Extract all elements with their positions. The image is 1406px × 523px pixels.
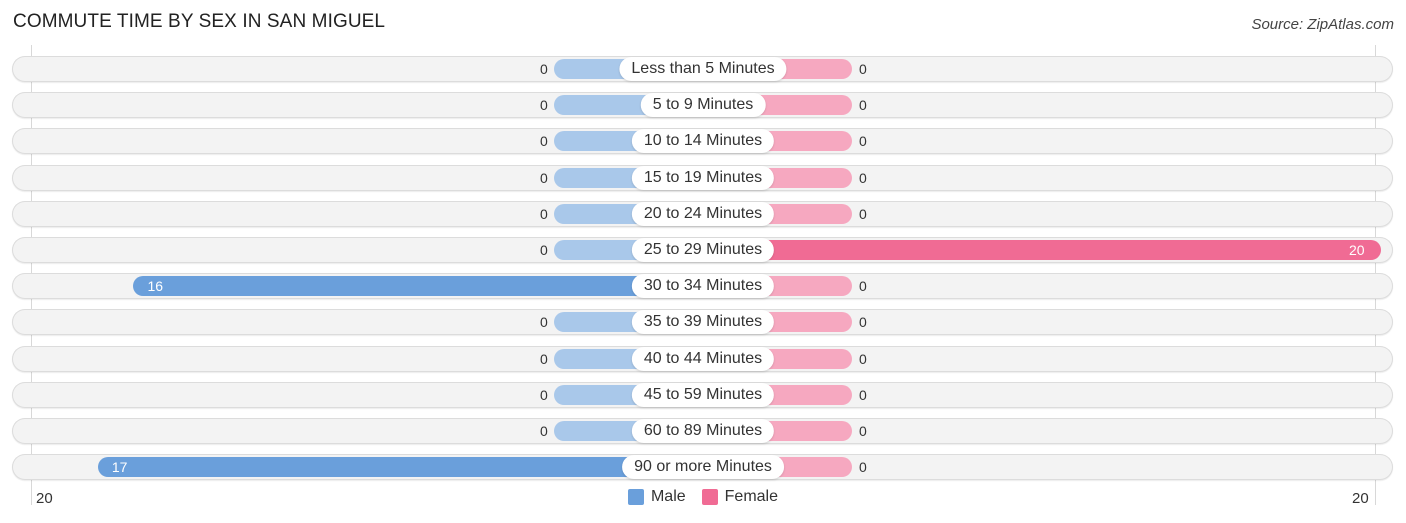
category-label: 60 to 89 Minutes	[631, 419, 775, 443]
value-label-male: 16	[147, 278, 164, 295]
category-label: 45 to 59 Minutes	[631, 382, 775, 407]
legend-swatch-female	[701, 489, 718, 505]
category-label: 25 to 29 Minutes	[631, 238, 775, 262]
value-label-female: 20	[1349, 242, 1365, 258]
value-label-female: 0	[859, 386, 867, 403]
legend: Male Female	[0, 488, 1406, 506]
chart-area: 0 0 Less than 5 Minutes 0 0 5 to 9 Minutes 0 0 1…	[0, 0, 1406, 523]
value-label-female: 0	[859, 97, 867, 114]
category-label: Less than 5 Minutes	[619, 57, 787, 81]
value-label-male: 0	[540, 314, 548, 331]
legend-swatch-male	[627, 489, 644, 505]
legend-item-female[interactable]: Female	[701, 488, 779, 506]
value-label-female: 0	[859, 314, 867, 331]
category-label: 35 to 39 Minutes	[631, 310, 775, 335]
category-label: 30 to 34 Minutes	[631, 274, 775, 299]
category-label: 10 to 14 Minutes	[631, 129, 775, 154]
legend-item-male[interactable]: Male	[627, 488, 686, 506]
value-label-female: 0	[859, 169, 867, 186]
value-label-female: 0	[859, 459, 867, 476]
value-label-male: 0	[540, 61, 548, 77]
value-label-male: 0	[540, 169, 548, 186]
bar-male[interactable]	[133, 276, 703, 297]
category-label: 90 or more Minutes	[622, 455, 784, 480]
value-label-female: 0	[859, 278, 867, 295]
value-label-female: 0	[859, 350, 867, 367]
value-label-female: 0	[859, 61, 867, 77]
category-label: 5 to 9 Minutes	[640, 93, 766, 118]
category-label: 15 to 19 Minutes	[631, 165, 775, 190]
value-label-male: 0	[540, 97, 548, 114]
category-label: 20 to 24 Minutes	[631, 201, 775, 226]
value-label-male: 0	[540, 242, 548, 258]
legend-label-male: Male	[650, 488, 686, 505]
value-label-female: 0	[859, 133, 867, 150]
value-label-male: 17	[111, 459, 128, 476]
value-label-male: 0	[540, 350, 548, 367]
category-label: 40 to 44 Minutes	[631, 346, 775, 371]
value-label-male: 0	[540, 423, 548, 439]
legend-label-female: Female	[724, 488, 779, 505]
value-label-male: 0	[540, 205, 548, 222]
value-label-female: 0	[859, 205, 867, 222]
value-label-male: 0	[540, 133, 548, 150]
value-label-male: 0	[540, 386, 548, 403]
value-label-female: 0	[859, 423, 867, 439]
bar-male[interactable]	[97, 457, 703, 478]
bar-female[interactable]	[703, 240, 1381, 260]
